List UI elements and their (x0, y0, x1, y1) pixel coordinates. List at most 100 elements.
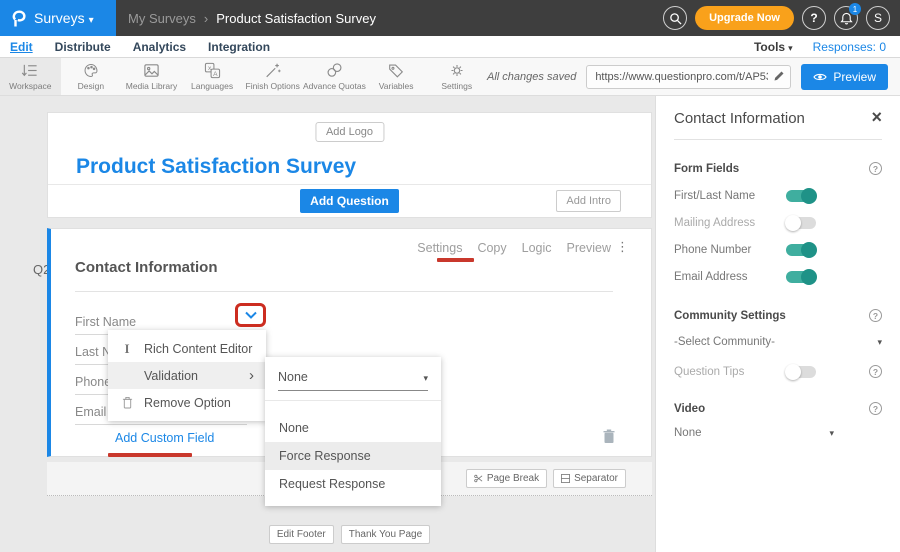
validation-submenu: None None Force Response Request Respons… (265, 357, 441, 506)
video-label: Video (674, 403, 705, 415)
search-icon (669, 12, 682, 25)
toolbar-item-settings[interactable]: Settings (426, 58, 487, 95)
breadcrumb-separator-icon (204, 11, 208, 26)
toggle-row-question-tips: Question Tips (674, 365, 882, 378)
page-break-button[interactable]: Page Break (466, 469, 547, 488)
submenu-chevron-right-icon (249, 367, 254, 384)
magic-wand-icon (264, 62, 282, 79)
help-button[interactable] (802, 6, 826, 30)
notifications-button[interactable]: 1 (834, 6, 858, 30)
toggle-row-phone-number: Phone Number (674, 244, 882, 256)
top-navbar: Surveys My Surveys Product Satisfaction … (0, 0, 900, 36)
toolbar-item-media-library[interactable]: Media Library (121, 58, 182, 95)
breadcrumb-parent[interactable]: My Surveys (128, 11, 196, 26)
close-icon[interactable] (871, 110, 882, 127)
question-settings-link[interactable]: Settings (417, 241, 462, 255)
menu-item-rich-content-editor[interactable]: Rich Content Editor (108, 335, 266, 362)
community-select[interactable]: -Select Community- (674, 336, 882, 348)
validation-select[interactable]: None (278, 370, 428, 391)
thank-you-page-button[interactable]: Thank You Page (341, 525, 430, 544)
translate-icon: xA (203, 62, 222, 79)
survey-title[interactable]: Product Satisfaction Survey (76, 155, 356, 179)
annotation-underline-add-custom-field (108, 453, 192, 457)
question-copy-link[interactable]: Copy (477, 241, 506, 255)
topnav-actions: Upgrade Now 1 S (663, 6, 900, 30)
help-icon[interactable] (869, 162, 882, 175)
survey-footer-actions: Edit Footer Thank You Page (47, 525, 652, 544)
submenu-divider (265, 400, 441, 401)
breadcrumb: My Surveys Product Satisfaction Survey (128, 11, 376, 26)
eye-icon (813, 72, 827, 82)
question-menu: Settings Copy Logic Preview (417, 241, 611, 255)
toolbar-right: All changes saved Preview (487, 58, 900, 95)
panel-title: Contact Information (674, 110, 805, 127)
palette-icon (82, 62, 100, 79)
separator-button[interactable]: Separator (553, 469, 626, 488)
toolbar-item-languages[interactable]: xA Languages (182, 58, 243, 95)
field-options-chevron-icon (244, 311, 258, 319)
menu-item-validation[interactable]: Validation (108, 362, 266, 389)
toolbar-item-variables[interactable]: Variables (366, 58, 427, 95)
upgrade-now-button[interactable]: Upgrade Now (695, 6, 794, 30)
toggle-email-address[interactable] (786, 271, 816, 283)
workspace-icon (20, 62, 40, 79)
subnav-right: Tools Responses: 0 (754, 40, 890, 54)
video-select[interactable]: None (674, 427, 834, 439)
tab-integration[interactable]: Integration (208, 40, 270, 54)
add-logo-button[interactable]: Add Logo (315, 122, 384, 142)
question-divider (75, 291, 613, 292)
video-section-header: Video (674, 402, 882, 415)
toggle-row-first-last-name: First/Last Name (674, 190, 882, 202)
help-icon[interactable] (869, 309, 882, 322)
questionpro-logo-icon (12, 10, 26, 27)
avatar[interactable]: S (866, 6, 890, 30)
edit-footer-button[interactable]: Edit Footer (269, 525, 334, 544)
responses-count-link[interactable]: Responses: 0 (813, 40, 886, 54)
notification-badge: 1 (849, 3, 861, 15)
toggle-question-tips[interactable] (786, 366, 816, 378)
separator-icon (561, 474, 570, 483)
panel-divider (674, 139, 882, 140)
form-fields-label: Form Fields (674, 163, 739, 175)
add-question-button[interactable]: Add Question (300, 189, 399, 213)
option-force-response[interactable]: Force Response (265, 442, 441, 470)
question-logic-link[interactable]: Logic (522, 241, 552, 255)
toolbar-item-finish-options[interactable]: Finish Options (242, 58, 303, 95)
add-custom-field-link[interactable]: Add Custom Field (115, 431, 214, 445)
menu-item-remove-option[interactable]: Remove Option (108, 389, 266, 416)
help-icon[interactable] (869, 402, 882, 415)
survey-url-wrap (586, 65, 791, 89)
annotation-ring-field-options[interactable] (235, 303, 266, 327)
toggle-row-email-address: Email Address (674, 271, 882, 283)
toolbar-item-advance-quotas[interactable]: Advance Quotas (303, 58, 366, 95)
edit-url-pencil-icon[interactable] (773, 70, 785, 82)
help-icon[interactable] (869, 365, 882, 378)
search-button[interactable] (663, 6, 687, 30)
community-settings-label: Community Settings (674, 310, 786, 322)
product-switcher[interactable]: Surveys (0, 0, 116, 36)
tab-edit[interactable]: Edit (10, 40, 33, 54)
option-none[interactable]: None (265, 414, 441, 442)
toggle-first-last-name[interactable] (786, 190, 816, 202)
breadcrumb-current: Product Satisfaction Survey (216, 11, 376, 26)
question-more-kebab-icon[interactable] (616, 239, 629, 255)
select-caret-icon (423, 370, 428, 384)
survey-url-input[interactable] (586, 65, 791, 89)
preview-button[interactable]: Preview (801, 64, 888, 90)
add-intro-button[interactable]: Add Intro (556, 190, 621, 212)
tab-analytics[interactable]: Analytics (133, 40, 186, 54)
tab-distribute[interactable]: Distribute (55, 40, 111, 54)
question-preview-link[interactable]: Preview (567, 241, 611, 255)
tag-icon (387, 62, 405, 79)
question-settings-panel: Contact Information Form Fields First/La… (655, 96, 900, 552)
tools-dropdown[interactable]: Tools (754, 40, 793, 54)
survey-header-card: Add Logo Product Satisfaction Survey Add… (47, 112, 652, 218)
toggle-phone-number[interactable] (786, 244, 816, 256)
question-title[interactable]: Contact Information (75, 259, 218, 276)
delete-question-trash-icon[interactable] (603, 429, 615, 444)
toolbar-item-workspace[interactable]: Workspace (0, 58, 61, 95)
toggle-row-mailing-address: Mailing Address (674, 217, 882, 229)
toolbar-item-design[interactable]: Design (61, 58, 122, 95)
option-request-response[interactable]: Request Response (265, 470, 441, 498)
toggle-mailing-address[interactable] (786, 217, 816, 229)
